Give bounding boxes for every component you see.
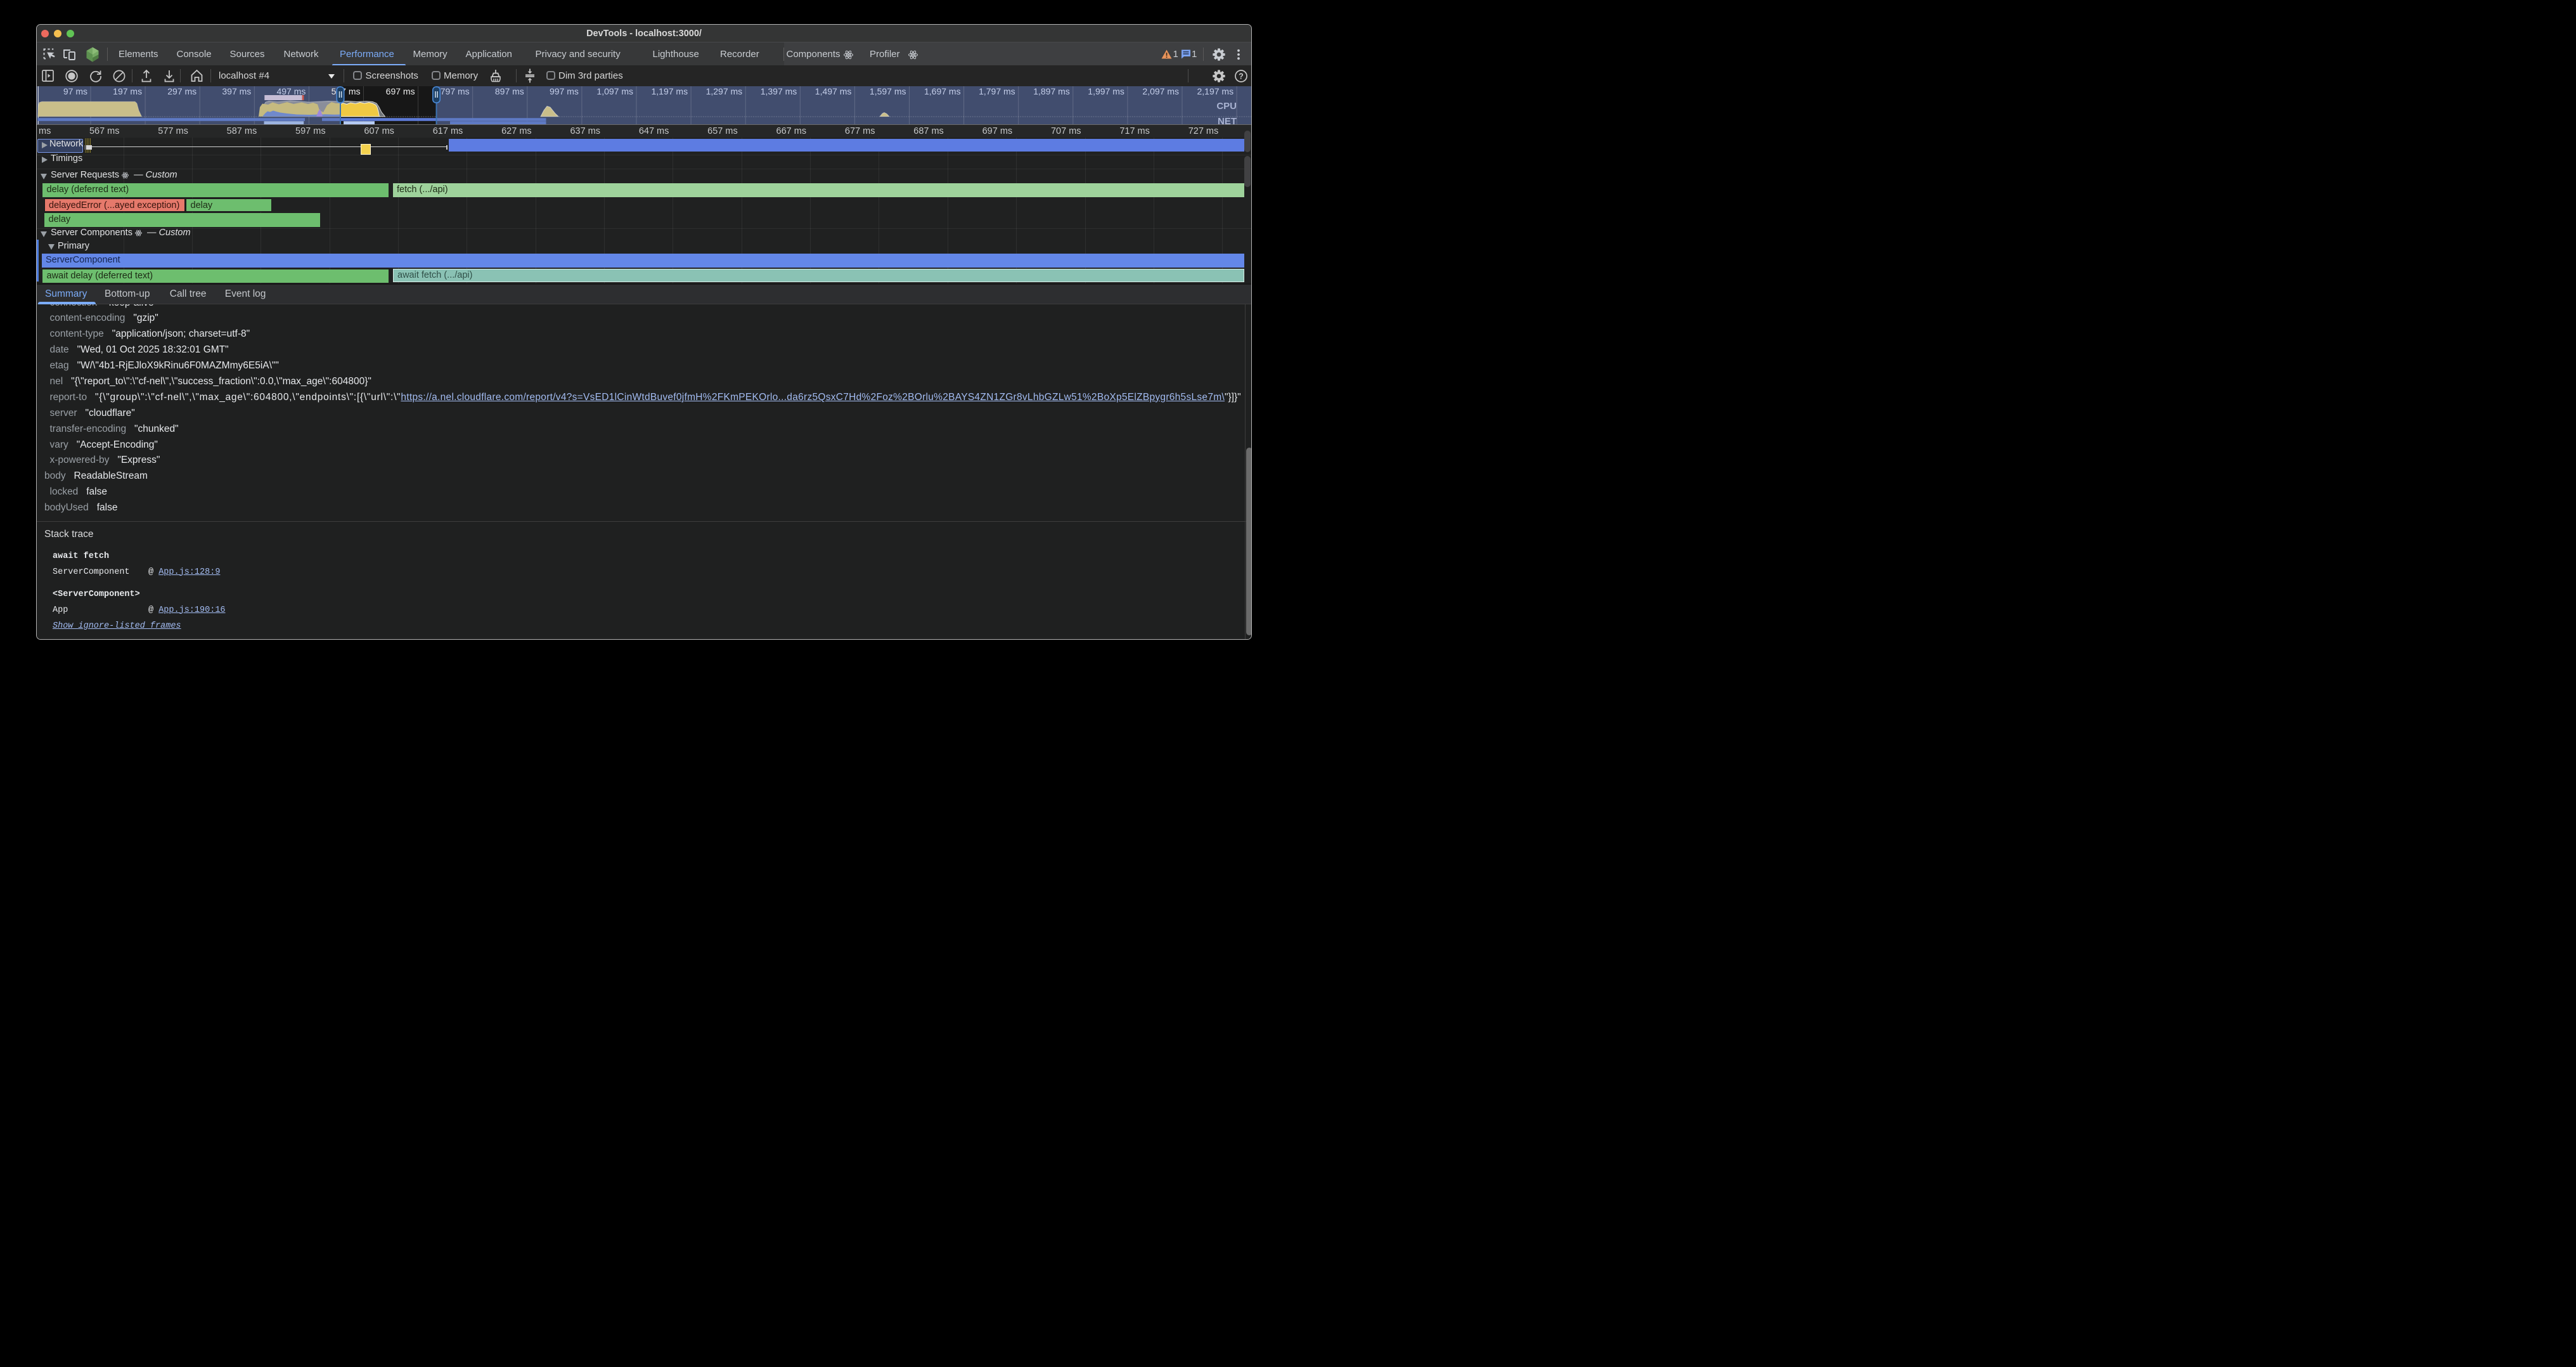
svg-text:1,097 ms: 1,097 ms (596, 86, 633, 96)
svg-text:2,197 ms: 2,197 ms (1197, 86, 1234, 96)
svg-text:2,097 ms: 2,097 ms (1142, 86, 1179, 96)
svg-text:1,297 ms: 1,297 ms (706, 86, 743, 96)
svg-text:CPU: CPU (1216, 101, 1237, 112)
svg-text:797 ms: 797 ms (441, 86, 470, 96)
svg-text:1,397 ms: 1,397 ms (761, 86, 797, 96)
svg-text:597 ms: 597 ms (332, 86, 361, 96)
svg-text:1,597 ms: 1,597 ms (870, 86, 906, 96)
svg-text:497 ms: 497 ms (276, 86, 306, 96)
svg-text:997 ms: 997 ms (550, 86, 579, 96)
svg-text:197 ms: 197 ms (113, 86, 142, 96)
svg-text:1,197 ms: 1,197 ms (652, 86, 688, 96)
svg-text:397 ms: 397 ms (222, 86, 251, 96)
svg-text:1,897 ms: 1,897 ms (1033, 86, 1070, 96)
svg-text:697 ms: 697 ms (386, 86, 415, 96)
svg-text:897 ms: 897 ms (495, 86, 524, 96)
svg-text:297 ms: 297 ms (167, 86, 196, 96)
svg-text:1,497 ms: 1,497 ms (815, 86, 852, 96)
svg-text:1,797 ms: 1,797 ms (979, 86, 1015, 96)
svg-text:1,997 ms: 1,997 ms (1088, 86, 1124, 96)
svg-text:NET: NET (1218, 116, 1237, 125)
svg-text:97 ms: 97 ms (63, 86, 87, 96)
svg-text:1,697 ms: 1,697 ms (924, 86, 961, 96)
svg-text:?: ? (1239, 72, 1244, 81)
